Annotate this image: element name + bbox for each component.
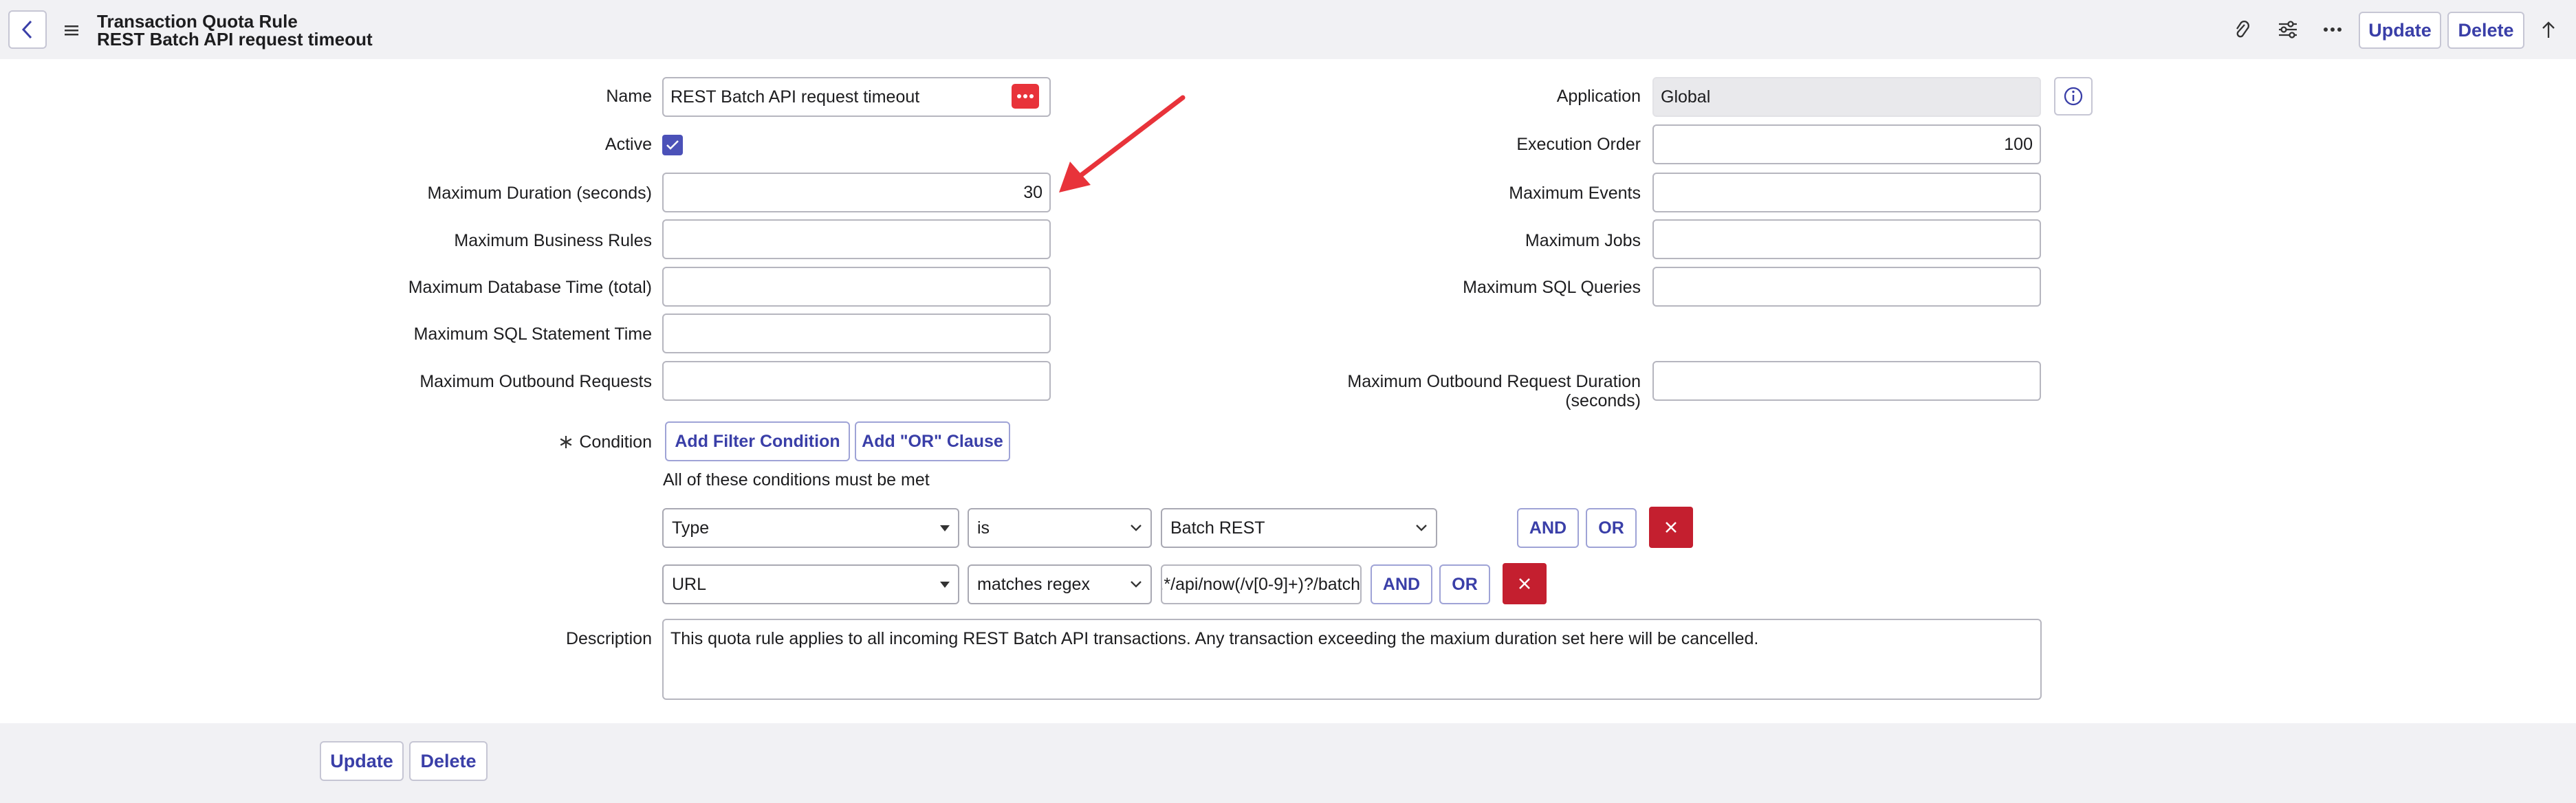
- info-icon: [2064, 87, 2083, 106]
- description-label: Description: [565, 629, 652, 648]
- caret-down-icon: [940, 525, 950, 531]
- form-header: Transaction Quota Rule REST Batch API re…: [0, 0, 2576, 59]
- max-duration-value: 30: [1023, 182, 1043, 202]
- arrow-up-icon[interactable]: [2537, 18, 2559, 41]
- footer-update-button[interactable]: Update: [320, 741, 404, 781]
- active-checkbox[interactable]: [662, 135, 683, 155]
- condition-1-operator-value: is: [977, 518, 990, 538]
- execution-order-field[interactable]: 100: [1652, 124, 2041, 164]
- active-label: Active: [604, 135, 652, 154]
- max-db-time-field[interactable]: [662, 267, 1051, 307]
- settings-sliders-icon[interactable]: [2275, 18, 2300, 41]
- condition-1-operator-select[interactable]: is: [968, 508, 1152, 548]
- condition-2-field-select[interactable]: URL: [662, 564, 959, 604]
- application-label: Application: [1556, 87, 1641, 106]
- max-outbound-duration-label-line1: Maximum Outbound Request Duration: [1347, 372, 1641, 391]
- condition-hint: All of these conditions must be met: [663, 470, 930, 490]
- condition-2-field-value: URL: [672, 574, 707, 594]
- annotation-arrow-icon: [1059, 95, 1186, 192]
- close-icon: [1666, 522, 1677, 533]
- condition-1-value-select[interactable]: Batch REST: [1161, 508, 1437, 548]
- condition-1-delete-button[interactable]: [1649, 507, 1693, 548]
- condition-2-delete-button[interactable]: [1503, 563, 1547, 604]
- condition-2-or-button[interactable]: OR: [1439, 564, 1490, 604]
- max-outbound-duration-label-line2: (seconds): [1565, 391, 1641, 410]
- hamburger-menu-icon[interactable]: [61, 19, 83, 41]
- max-business-rules-label: Maximum Business Rules: [454, 231, 652, 250]
- condition-1-field-select[interactable]: Type: [662, 508, 959, 548]
- chevron-down-icon: [1131, 525, 1142, 531]
- max-db-time-label: Maximum Database Time (total): [408, 278, 652, 297]
- back-button[interactable]: [8, 10, 47, 49]
- chevron-down-icon: [1416, 525, 1427, 531]
- header-delete-button[interactable]: Delete: [2447, 12, 2524, 49]
- footer-delete-button[interactable]: Delete: [409, 741, 488, 781]
- name-field[interactable]: REST Batch API request timeout: [662, 77, 1051, 117]
- max-business-rules-field[interactable]: [662, 219, 1051, 259]
- application-value: Global: [1661, 87, 1711, 107]
- max-jobs-field[interactable]: [1652, 219, 2041, 259]
- condition-2-and-button[interactable]: AND: [1371, 564, 1432, 604]
- max-duration-field[interactable]: 30: [662, 173, 1051, 212]
- chevron-left-icon: [21, 20, 32, 39]
- max-events-label: Maximum Events: [1509, 184, 1641, 203]
- condition-1-field-value: Type: [672, 518, 710, 538]
- more-icon[interactable]: [1012, 84, 1039, 109]
- condition-1-value-text: Batch REST: [1170, 518, 1265, 538]
- max-sql-queries-field[interactable]: [1652, 267, 2041, 307]
- close-icon: [1519, 578, 1530, 589]
- condition-2-value-input[interactable]: .*/api/now(/v[0-9]+)?/batch: [1161, 564, 1362, 604]
- application-field: Global: [1652, 77, 2041, 117]
- max-events-field[interactable]: [1652, 173, 2041, 212]
- execution-order-value: 100: [2004, 134, 2033, 154]
- add-filter-condition-button[interactable]: Add Filter Condition: [665, 421, 850, 461]
- max-outbound-duration-field[interactable]: [1652, 361, 2041, 401]
- max-jobs-label: Maximum Jobs: [1525, 231, 1641, 250]
- header-update-button[interactable]: Update: [2359, 12, 2441, 49]
- add-or-clause-button[interactable]: Add "OR" Clause: [855, 421, 1010, 461]
- required-asterisk-icon: [560, 436, 572, 448]
- max-sql-queries-label: Maximum SQL Queries: [1463, 278, 1641, 297]
- record-title: REST Batch API request timeout: [97, 29, 373, 50]
- condition-label-group: Condition: [550, 432, 652, 452]
- description-value: This quota rule applies to all incoming …: [670, 629, 1759, 648]
- condition-label: Condition: [579, 432, 652, 452]
- caret-down-icon: [940, 581, 950, 588]
- condition-2-value-text: .*/api/now(/v[0-9]+)?/batch: [1161, 574, 1360, 594]
- max-duration-label: Maximum Duration (seconds): [427, 184, 653, 203]
- max-outbound-requests-field[interactable]: [662, 361, 1051, 401]
- max-outbound-requests-label: Maximum Outbound Requests: [419, 372, 652, 391]
- condition-2-operator-value: matches regex: [977, 574, 1090, 594]
- max-sql-stmt-time-field[interactable]: [662, 314, 1051, 353]
- chevron-down-icon: [1131, 581, 1142, 588]
- paperclip-icon[interactable]: [2230, 18, 2253, 41]
- more-options-icon[interactable]: [2320, 19, 2345, 40]
- form-footer: Update Delete: [0, 723, 2576, 803]
- info-button[interactable]: [2054, 77, 2093, 116]
- check-icon: [666, 140, 679, 150]
- name-value: REST Batch API request timeout: [670, 87, 920, 107]
- name-label: Name: [606, 87, 652, 106]
- condition-1-or-button[interactable]: OR: [1586, 508, 1637, 548]
- execution-order-label: Execution Order: [1516, 135, 1641, 154]
- condition-2-operator-select[interactable]: matches regex: [968, 564, 1152, 604]
- description-textarea[interactable]: This quota rule applies to all incoming …: [662, 619, 2042, 700]
- max-outbound-duration-label: Maximum Outbound Request Duration (secon…: [1265, 372, 1641, 410]
- condition-1-and-button[interactable]: AND: [1517, 508, 1579, 548]
- max-sql-stmt-time-label: Maximum SQL Statement Time: [413, 324, 652, 344]
